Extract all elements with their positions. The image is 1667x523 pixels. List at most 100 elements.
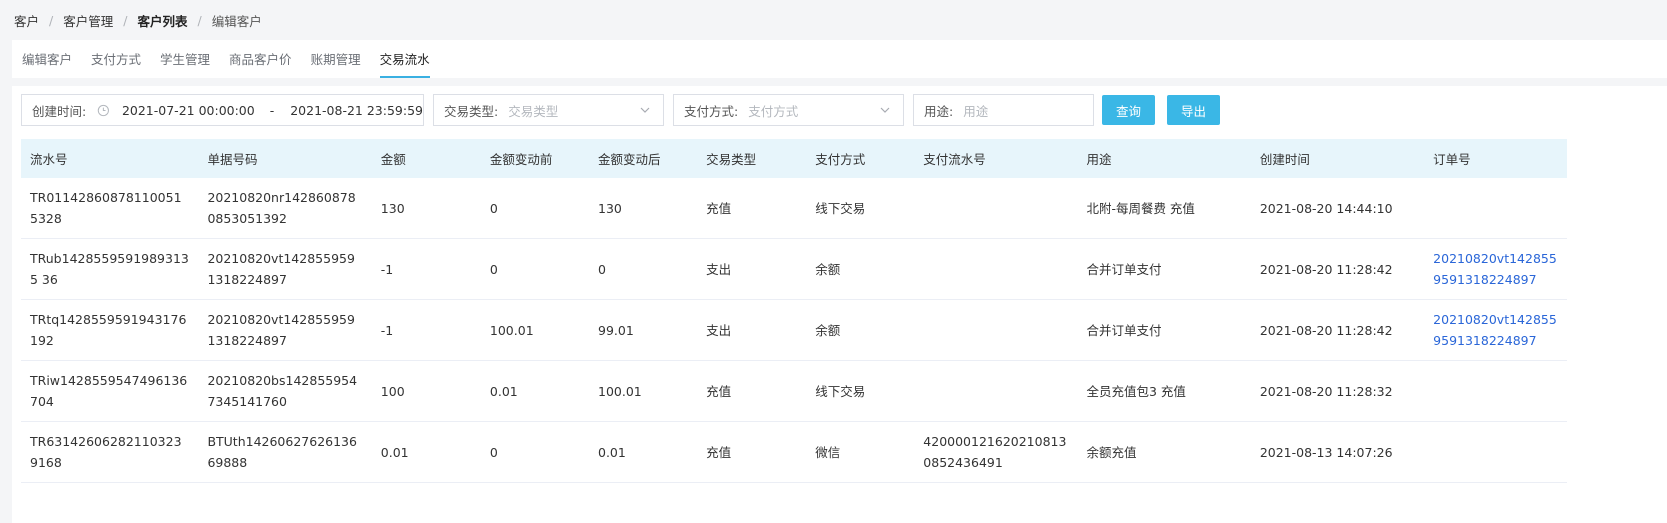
table-cell: 2021-08-20 11:28:32 bbox=[1250, 360, 1425, 422]
table-cell: 4200001216202108130852436491 bbox=[914, 421, 1078, 483]
column-header: 金额变动前 bbox=[480, 139, 589, 178]
table-cell: 100.01 bbox=[480, 299, 589, 361]
breadcrumb-item-customer-list[interactable]: 客户列表 bbox=[137, 11, 187, 30]
table-cell: TRiw1428559547496136704 bbox=[21, 360, 199, 422]
table-cell: 0 bbox=[589, 238, 698, 300]
tab-billing-period[interactable]: 账期管理 bbox=[311, 51, 361, 78]
table-cell: TR631426062821103239168 bbox=[21, 421, 199, 483]
table-cell bbox=[914, 238, 1078, 300]
breadcrumb-separator: / bbox=[123, 12, 128, 28]
table-cell: BTUth1426062762613669888 bbox=[198, 421, 372, 483]
table-cell: 130 bbox=[371, 178, 481, 239]
table-row: TRtq1428559591943176192 20210820vt142855… bbox=[21, 299, 1567, 361]
table-row: TRub14285595919893135 36 20210820vt14285… bbox=[21, 238, 1567, 300]
export-button[interactable]: 导出 bbox=[1167, 95, 1220, 125]
table-cell: 支出 bbox=[697, 238, 807, 300]
table-cell: 0.01 bbox=[371, 421, 481, 483]
table-cell: TRub14285595919893135 36 bbox=[21, 238, 199, 300]
column-header: 创建时间 bbox=[1250, 139, 1425, 178]
breadcrumb-separator: / bbox=[49, 12, 54, 28]
table-cell: 20210820bs1428559547345141760 bbox=[198, 360, 372, 422]
transaction-type-placeholder: 交易类型 bbox=[508, 103, 559, 119]
breadcrumb-item-customer[interactable]: 客户 bbox=[14, 11, 39, 30]
table-row: TRiw1428559547496136704 20210820bs142855… bbox=[21, 360, 1567, 422]
table-cell: 线下交易 bbox=[806, 178, 915, 239]
table-cell: 100 bbox=[371, 360, 481, 422]
table-cell: 0.01 bbox=[480, 360, 589, 422]
table-header-row: 流水号 单据号码 金额 金额变动前 金额变动后 交易类型 支付方式 支付流水号 … bbox=[21, 139, 1567, 178]
date-range-separator: - bbox=[269, 102, 275, 118]
table-cell: 充值 bbox=[697, 360, 807, 422]
column-header: 订单号 bbox=[1424, 139, 1567, 178]
created-time-label: 创建时间: bbox=[32, 103, 87, 119]
table-cell: 充值 bbox=[697, 421, 807, 483]
table-cell: 支出 bbox=[697, 299, 807, 361]
table-cell bbox=[914, 299, 1078, 361]
column-header: 交易类型 bbox=[697, 139, 807, 178]
column-header: 金额 bbox=[371, 139, 481, 178]
order-number-link[interactable]: 20210820vt1428559591318224897 bbox=[1424, 238, 1567, 300]
payment-method-placeholder: 支付方式 bbox=[748, 103, 799, 119]
breadcrumb-item-edit-customer: 编辑客户 bbox=[211, 13, 262, 29]
table-cell: 余额充值 bbox=[1077, 421, 1251, 483]
tab-payment-methods[interactable]: 支付方式 bbox=[91, 51, 141, 78]
date-end-input[interactable]: 2021-08-21 23:59:59 bbox=[290, 103, 423, 118]
purpose-field[interactable]: 用途: 用途 bbox=[913, 94, 1094, 126]
breadcrumb-item-customer-management[interactable]: 客户管理 bbox=[63, 11, 113, 30]
table-cell: 20210820vt1428559591318224897 bbox=[198, 299, 372, 361]
table-cell: 2021-08-20 11:28:42 bbox=[1250, 299, 1425, 361]
order-number-link[interactable]: 20210820vt1428559591318224897 bbox=[1424, 299, 1567, 361]
order-number-link[interactable] bbox=[1424, 178, 1567, 239]
table-cell: 0.01 bbox=[589, 421, 698, 483]
table-cell: TR011428608781100515328 bbox=[21, 178, 199, 239]
table-cell: 线下交易 bbox=[806, 360, 915, 422]
column-header: 用途 bbox=[1077, 139, 1251, 178]
payment-method-label: 支付方式: bbox=[684, 103, 739, 119]
chevron-down-icon bbox=[640, 107, 650, 113]
breadcrumb-separator: / bbox=[197, 12, 202, 28]
transaction-type-label: 交易类型: bbox=[444, 103, 499, 119]
table-row: TR011428608781100515328 20210820nr142860… bbox=[21, 178, 1567, 239]
table-cell: 微信 bbox=[806, 421, 915, 483]
table-cell: 130 bbox=[589, 178, 698, 239]
transaction-type-select[interactable]: 交易类型: 交易类型 bbox=[433, 94, 664, 126]
tab-bar: 编辑客户 支付方式 学生管理 商品客户价 账期管理 交易流水 bbox=[12, 40, 1667, 78]
table-cell: -1 bbox=[371, 299, 481, 361]
transactions-table: 流水号 单据号码 金额 金额变动前 金额变动后 交易类型 支付方式 支付流水号 … bbox=[21, 139, 1567, 483]
payment-method-select[interactable]: 支付方式: 支付方式 bbox=[673, 94, 904, 126]
table-row: TR631426062821103239168 BTUth14260627626… bbox=[21, 421, 1567, 483]
table-cell: 99.01 bbox=[589, 299, 698, 361]
tab-student-management[interactable]: 学生管理 bbox=[160, 51, 210, 78]
table-cell: 合并订单支付 bbox=[1077, 238, 1251, 300]
table-cell: 2021-08-13 14:07:26 bbox=[1250, 421, 1425, 483]
column-header: 支付方式 bbox=[806, 139, 915, 178]
table-cell: 合并订单支付 bbox=[1077, 299, 1251, 361]
table-cell bbox=[914, 360, 1078, 422]
table-cell: 20210820nr1428608780853051392 bbox=[198, 178, 372, 239]
tab-transactions[interactable]: 交易流水 bbox=[379, 51, 430, 78]
chevron-down-icon bbox=[880, 107, 890, 113]
table-cell: 充值 bbox=[697, 178, 807, 239]
table-cell: 0 bbox=[480, 178, 589, 239]
table-cell: 0 bbox=[480, 421, 589, 483]
table-cell: 余额 bbox=[806, 238, 915, 300]
purpose-input[interactable]: 用途 bbox=[953, 101, 1093, 120]
purpose-label: 用途: bbox=[924, 103, 954, 119]
created-time-range-picker[interactable]: 创建时间: 2021-07-21 00:00:00 - 2021-08-21 2… bbox=[21, 94, 424, 126]
table-cell: 2021-08-20 14:44:10 bbox=[1250, 178, 1425, 239]
order-number-link[interactable] bbox=[1424, 360, 1567, 422]
search-button[interactable]: 查询 bbox=[1102, 95, 1155, 125]
table-cell: TRtq1428559591943176192 bbox=[21, 299, 199, 361]
table-cell bbox=[914, 178, 1078, 239]
order-number-link[interactable] bbox=[1424, 421, 1567, 483]
column-header: 支付流水号 bbox=[914, 139, 1078, 178]
table-cell: 2021-08-20 11:28:42 bbox=[1250, 238, 1425, 300]
table-cell: 北附-每周餐费 充值 bbox=[1077, 178, 1251, 239]
table-cell: 0 bbox=[480, 238, 589, 300]
tab-edit-customer[interactable]: 编辑客户 bbox=[22, 51, 72, 78]
filter-bar: 创建时间: 2021-07-21 00:00:00 - 2021-08-21 2… bbox=[21, 93, 1220, 127]
tab-customer-prices[interactable]: 商品客户价 bbox=[229, 51, 292, 78]
column-header: 金额变动后 bbox=[589, 139, 698, 178]
table-cell: 余额 bbox=[806, 299, 915, 361]
date-start-input[interactable]: 2021-07-21 00:00:00 bbox=[122, 103, 255, 118]
